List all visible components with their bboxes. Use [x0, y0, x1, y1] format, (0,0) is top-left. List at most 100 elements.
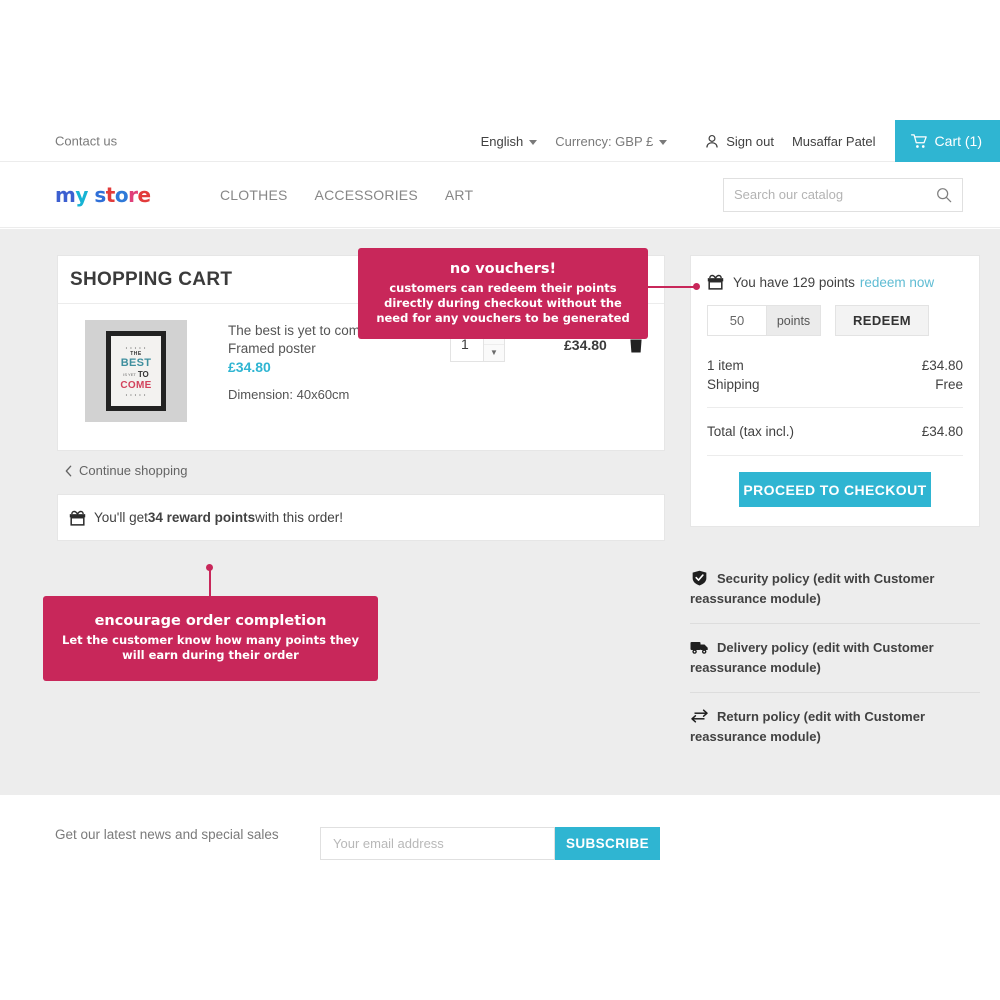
proceed-to-checkout-button[interactable]: PROCEED TO CHECKOUT — [739, 472, 931, 507]
reassurance-policies: Security policy (edit with Customer reas… — [690, 555, 980, 761]
cart-label: Cart (1) — [934, 133, 982, 149]
top-navigation-bar: Contact us English Currency: GBP £ Sign … — [0, 120, 1000, 162]
newsletter-label: Get our latest news and special sales — [55, 827, 279, 842]
product-dimension: Dimension: 40x60cm — [228, 387, 350, 402]
gift-icon — [69, 510, 86, 526]
logo-letter-t: t — [105, 182, 116, 207]
summary-items-label: 1 item — [707, 358, 744, 373]
redeem-controls: 50 points REDEEM — [707, 305, 963, 336]
continue-shopping-label: Continue shopping — [79, 463, 188, 478]
cart-button[interactable]: Cart (1) — [894, 120, 1000, 162]
poster-frame: • • • • • THE BEST IS YET TO COME • • • … — [106, 331, 166, 411]
poster-text-come: COME — [120, 380, 152, 391]
summary-lines: 1 item £34.80 Shipping Free — [707, 356, 963, 408]
logo-letter-e: e — [137, 182, 151, 207]
menu-item-art[interactable]: ART — [445, 187, 473, 203]
search-input[interactable] — [734, 187, 936, 202]
logo-letter-y: y — [75, 182, 88, 207]
subscribe-button[interactable]: SUBSCRIBE — [555, 827, 660, 860]
points-balance-row: You have 129 points redeem now — [691, 256, 979, 290]
poster-text-isyet: IS YET — [123, 372, 136, 377]
product-unit-price: £34.80 — [228, 359, 271, 375]
currency-label: Currency: GBP £ — [555, 133, 654, 149]
site-header: Contact us English Currency: GBP £ Sign … — [0, 120, 1000, 228]
policy-delivery[interactable]: Delivery policy (edit with Customer reas… — [690, 623, 980, 692]
summary-items-value: £34.80 — [921, 358, 963, 373]
redeem-points-input[interactable]: 50 — [707, 305, 767, 336]
logo-letter-m: m — [55, 182, 76, 207]
currency-selector[interactable]: Currency: GBP £ — [546, 134, 676, 149]
exchange-icon — [691, 709, 708, 723]
menu-item-accessories[interactable]: ACCESSORIES — [315, 187, 418, 203]
policy-security[interactable]: Security policy (edit with Customer reas… — [690, 555, 980, 623]
summary-shipping-value: Free — [935, 377, 963, 392]
summary-total-row: Total (tax incl.) £34.80 — [707, 408, 963, 456]
reward-text-post: with this order! — [255, 510, 343, 525]
poster-dots-bottom: • • • • • — [125, 392, 147, 397]
callout-encourage-connector-dot — [206, 564, 213, 571]
search-box[interactable] — [723, 177, 963, 212]
logo-letter-s: s — [94, 182, 106, 207]
menu-item-clothes[interactable]: CLOTHES — [220, 187, 288, 203]
product-thumbnail[interactable]: • • • • • THE BEST IS YET TO COME • • • … — [85, 320, 187, 422]
gift-icon — [707, 274, 724, 290]
main-navigation-bar: my store CLOTHES ACCESSORIES ART — [0, 162, 1000, 228]
logo-letter-o: o — [114, 182, 129, 207]
callout-vouchers-body: customers can redeem their points direct… — [376, 281, 630, 325]
shopping-cart-icon — [910, 133, 927, 148]
annotation-callout-vouchers: no vouchers! customers can redeem their … — [358, 248, 648, 339]
chevron-down-icon — [659, 139, 668, 145]
continue-shopping-link[interactable]: Continue shopping — [57, 463, 665, 478]
chevron-down-icon — [529, 139, 538, 145]
callout-encourage-connector-line — [209, 568, 211, 598]
reward-points-notice: You'll get 34 reward points with this or… — [57, 494, 665, 541]
checkout-area: PROCEED TO CHECKOUT — [691, 456, 979, 526]
poster-text-best: BEST — [120, 357, 152, 369]
reward-text-bold: 34 reward points — [147, 510, 256, 525]
quantity-decrease-button[interactable]: ▼ — [484, 343, 504, 362]
policy-return-label: Return policy (edit with Customer reassu… — [690, 709, 926, 744]
language-selector[interactable]: English — [472, 134, 547, 149]
site-logo[interactable]: my store — [55, 183, 151, 207]
contact-us-link[interactable]: Contact us — [55, 133, 117, 148]
callout-vouchers-title: no vouchers! — [449, 261, 557, 277]
policy-delivery-label: Delivery policy (edit with Customer reas… — [690, 640, 934, 675]
annotation-callout-encourage: encourage order completion Let the custo… — [43, 596, 378, 681]
redeem-now-link[interactable]: redeem now — [860, 275, 934, 290]
account-name-link[interactable]: Musaffar Patel — [783, 134, 885, 149]
chevron-left-icon — [65, 465, 72, 476]
summary-line-items: 1 item £34.80 — [707, 356, 963, 375]
site-footer: Get our latest news and special sales SU… — [0, 795, 1000, 905]
search-icon[interactable] — [936, 187, 952, 203]
line-item-total: £34.80 — [564, 337, 607, 353]
summary-total-value: £34.80 — [921, 424, 963, 439]
summary-shipping-label: Shipping — [707, 377, 760, 392]
callout-vouchers-connector-dot — [693, 283, 700, 290]
product-subtitle: Framed poster — [228, 341, 316, 356]
policy-security-label: Security policy (edit with Customer reas… — [690, 571, 935, 606]
top-nav-right-group: English Currency: GBP £ Sign out Musaffa… — [472, 120, 1000, 162]
callout-encourage-body: Let the customer know how many points th… — [62, 633, 359, 662]
sign-out-link[interactable]: Sign out — [696, 134, 783, 149]
summary-line-shipping: Shipping Free — [707, 375, 963, 394]
category-menu: CLOTHES ACCESSORIES ART — [220, 187, 473, 203]
callout-vouchers-connector-line — [648, 286, 696, 288]
user-name-label: Musaffar Patel — [791, 133, 876, 149]
user-icon — [706, 134, 718, 148]
newsletter-form: SUBSCRIBE — [320, 827, 660, 860]
redeem-points-unit-label: points — [767, 305, 821, 336]
policy-return[interactable]: Return policy (edit with Customer reassu… — [690, 692, 980, 761]
language-label: English — [480, 133, 524, 149]
poster-artwork: • • • • • THE BEST IS YET TO COME • • • … — [111, 336, 161, 406]
order-summary-card: You have 129 points redeem now 50 points… — [690, 255, 980, 527]
newsletter-email-input[interactable] — [320, 827, 555, 860]
truck-icon — [690, 642, 708, 654]
poster-text-middle: IS YET TO — [123, 370, 149, 379]
reward-text-pre: You'll get — [94, 510, 148, 525]
poster-text-to: TO — [137, 370, 149, 379]
page-title: SHOPPING CART — [70, 268, 233, 290]
page-root: Contact us English Currency: GBP £ Sign … — [0, 0, 1000, 1000]
summary-column: You have 129 points redeem now 50 points… — [690, 255, 980, 761]
callout-encourage-title: encourage order completion — [94, 613, 327, 629]
redeem-button[interactable]: REDEEM — [835, 305, 930, 336]
